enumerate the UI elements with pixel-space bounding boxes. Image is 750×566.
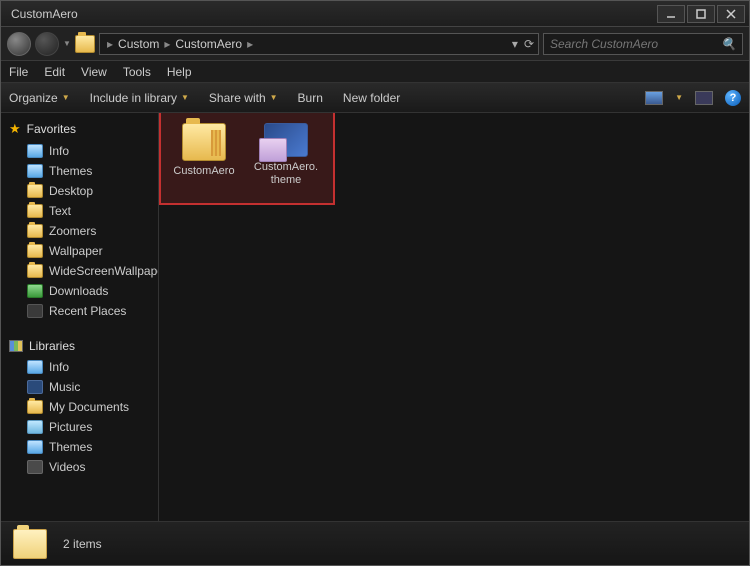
- share-with-button[interactable]: Share with▼: [209, 91, 278, 105]
- libraries-icon: [9, 340, 23, 352]
- new-folder-button[interactable]: New folder: [343, 91, 400, 105]
- info-icon: [27, 144, 43, 158]
- chevron-down-icon: ▼: [181, 93, 189, 102]
- favorites-group[interactable]: ★ Favorites: [1, 117, 158, 141]
- folder-icon: [27, 224, 43, 238]
- search-icon: 🔍: [721, 37, 736, 51]
- menu-tools[interactable]: Tools: [123, 65, 151, 79]
- chevron-right-icon: ▸: [104, 37, 116, 51]
- libraries-group[interactable]: Libraries: [1, 335, 158, 357]
- back-button[interactable]: [7, 32, 31, 56]
- sidebar-item-desktop[interactable]: Desktop: [1, 181, 158, 201]
- chevron-right-icon: ▸: [161, 37, 173, 51]
- favorites-label: Favorites: [27, 122, 76, 136]
- chevron-down-icon: ▼: [62, 93, 70, 102]
- sidebar-item-downloads[interactable]: Downloads: [1, 281, 158, 301]
- folder-icon: [13, 529, 47, 559]
- folder-icon: [27, 264, 43, 278]
- sidebar-item-recent-places[interactable]: Recent Places: [1, 301, 158, 321]
- item-theme-customaero[interactable]: CustomAero.theme: [251, 121, 321, 186]
- sidebar-item-wallpaper[interactable]: Wallpaper: [1, 241, 158, 261]
- sidebar-item-lib-documents[interactable]: My Documents: [1, 397, 158, 417]
- include-in-library-button[interactable]: Include in library▼: [90, 91, 189, 105]
- sidebar-item-lib-videos[interactable]: Videos: [1, 457, 158, 477]
- burn-button[interactable]: Burn: [298, 91, 323, 105]
- chevron-down-icon[interactable]: ▼: [675, 93, 683, 102]
- sidebar-item-lib-pictures[interactable]: Pictures: [1, 417, 158, 437]
- chevron-down-icon: ▼: [270, 93, 278, 102]
- menu-help[interactable]: Help: [167, 65, 192, 79]
- sidebar-item-zoomers[interactable]: Zoomers: [1, 221, 158, 241]
- minimize-button[interactable]: [657, 5, 685, 23]
- explorer-window: CustomAero ▼ ▸ Custom ▸ CustomAero ▸ ▾ ⟳…: [0, 0, 750, 566]
- preview-pane-icon[interactable]: [695, 91, 713, 105]
- folder-icon: [27, 204, 43, 218]
- window-controls: [657, 5, 745, 23]
- themes-icon: [27, 164, 43, 178]
- titlebar: CustomAero: [1, 1, 749, 27]
- pictures-icon: [27, 420, 43, 434]
- star-icon: ★: [9, 121, 21, 137]
- theme-file-icon: [264, 123, 308, 157]
- folder-icon: [27, 400, 43, 414]
- view-options-icon[interactable]: [645, 91, 663, 105]
- libraries-label: Libraries: [29, 339, 75, 353]
- forward-button[interactable]: [35, 32, 59, 56]
- organize-button[interactable]: Organize▼: [9, 91, 70, 105]
- sidebar-item-text[interactable]: Text: [1, 201, 158, 221]
- downloads-icon: [27, 284, 43, 298]
- help-icon[interactable]: ?: [725, 90, 741, 106]
- address-dropdown-icon[interactable]: ▾: [512, 37, 518, 51]
- navigation-bar: ▼ ▸ Custom ▸ CustomAero ▸ ▾ ⟳ Search Cus…: [1, 27, 749, 61]
- close-button[interactable]: [717, 5, 745, 23]
- folder-icon: [27, 244, 43, 258]
- breadcrumb-segment[interactable]: Custom: [118, 37, 159, 51]
- menu-bar: File Edit View Tools Help: [1, 61, 749, 83]
- refresh-icon[interactable]: ⟳: [524, 37, 534, 51]
- menu-file[interactable]: File: [9, 65, 28, 79]
- maximize-button[interactable]: [687, 5, 715, 23]
- themes-icon: [27, 440, 43, 454]
- menu-view[interactable]: View: [81, 65, 107, 79]
- videos-icon: [27, 460, 43, 474]
- sidebar-item-info[interactable]: Info: [1, 141, 158, 161]
- item-label: CustomAero.theme: [253, 161, 319, 186]
- body: ★ Favorites Info Themes Desktop Text Zoo…: [1, 113, 749, 521]
- window-title: CustomAero: [11, 7, 78, 21]
- info-icon: [27, 360, 43, 374]
- address-bar[interactable]: ▸ Custom ▸ CustomAero ▸ ▾ ⟳: [99, 33, 539, 55]
- command-bar: Organize▼ Include in library▼ Share with…: [1, 83, 749, 113]
- folder-icon: [182, 123, 226, 161]
- explorer-icon[interactable]: [75, 35, 95, 53]
- menu-edit[interactable]: Edit: [44, 65, 65, 79]
- music-icon: [27, 380, 43, 394]
- navigation-pane[interactable]: ★ Favorites Info Themes Desktop Text Zoo…: [1, 113, 159, 521]
- breadcrumb-segment[interactable]: CustomAero: [175, 37, 242, 51]
- sidebar-item-lib-themes[interactable]: Themes: [1, 437, 158, 457]
- item-folder-customaero[interactable]: CustomAero: [169, 121, 239, 186]
- content-pane[interactable]: CustomAero CustomAero.theme: [159, 113, 749, 521]
- chevron-right-icon: ▸: [244, 37, 256, 51]
- sidebar-item-themes[interactable]: Themes: [1, 161, 158, 181]
- status-text: 2 items: [63, 537, 102, 551]
- sidebar-item-lib-music[interactable]: Music: [1, 377, 158, 397]
- status-bar: 2 items: [1, 521, 749, 565]
- folder-icon: [27, 184, 43, 198]
- search-placeholder: Search CustomAero: [550, 37, 658, 51]
- sidebar-item-lib-info[interactable]: Info: [1, 357, 158, 377]
- recent-icon: [27, 304, 43, 318]
- search-input[interactable]: Search CustomAero 🔍: [543, 33, 743, 55]
- sidebar-item-widescreenwallpaper[interactable]: WideScreenWallpaper: [1, 261, 158, 281]
- item-label: CustomAero: [173, 165, 234, 178]
- history-dropdown-icon[interactable]: ▼: [63, 39, 71, 48]
